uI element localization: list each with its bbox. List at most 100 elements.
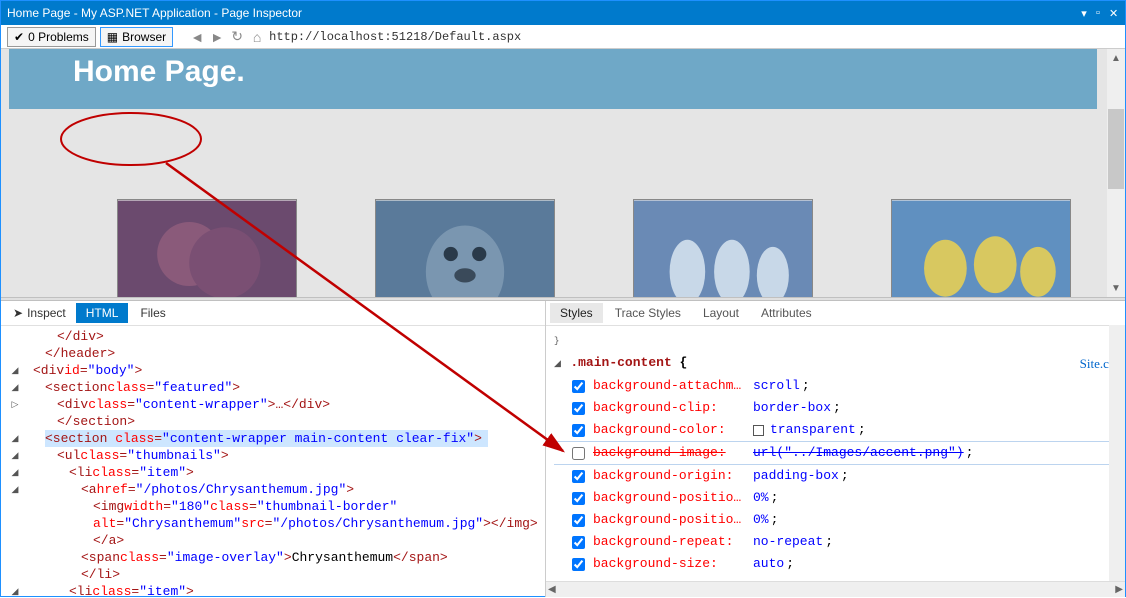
nav-refresh-icon[interactable]: ↻ <box>229 29 245 45</box>
tree-toggle-icon[interactable]: ◢ <box>9 430 21 447</box>
css-toggle-checkbox[interactable] <box>572 492 585 505</box>
css-property-value: url("../Images/accent.png") <box>753 442 964 464</box>
scroll-right-icon[interactable]: ▶ <box>1115 584 1123 595</box>
css-property-name: background-positio… <box>593 487 751 509</box>
browser-label: Browser <box>122 30 166 44</box>
tab-attributes[interactable]: Attributes <box>751 303 822 323</box>
css-semicolon: ; <box>786 553 794 575</box>
problems-button[interactable]: ✔ 0 Problems <box>7 27 96 47</box>
tree-toggle-icon[interactable]: ◢ <box>9 379 21 396</box>
tree-toggle-icon[interactable]: ◢ <box>9 362 21 379</box>
thumbnail-image[interactable] <box>633 199 813 297</box>
tree-toggle-icon[interactable]: ◢ <box>554 359 570 369</box>
css-rules[interactable]: } ◢ .main-content { Site.css background-… <box>546 326 1125 581</box>
css-property-row[interactable]: background-positio…0%; <box>554 509 1119 531</box>
css-property-row[interactable]: background-size:auto; <box>554 553 1119 575</box>
css-toggle-checkbox[interactable] <box>572 514 585 527</box>
tree-toggle-icon[interactable]: ▷ <box>9 396 21 413</box>
inspect-button[interactable]: ➤ Inspect <box>5 304 74 322</box>
window-dropdown-icon[interactable]: ▾ <box>1077 7 1091 20</box>
dom-tree[interactable]: </div> </header> ◢<div id="body"> ◢<sect… <box>1 326 545 597</box>
css-property-value: 0% <box>753 487 769 509</box>
toolbar: ✔ 0 Problems ▦ Browser ◄ ► ↻ ⌂ http://lo… <box>1 25 1125 49</box>
css-property-value: 0% <box>753 509 769 531</box>
address-bar[interactable]: http://localhost:51218/Default.aspx <box>269 30 521 44</box>
code-token: </header> <box>45 345 115 362</box>
browser-icon: ▦ <box>107 30 118 44</box>
css-property-name: background-image: <box>593 442 751 464</box>
css-semicolon: ; <box>771 509 779 531</box>
problems-label: 0 Problems <box>28 30 89 44</box>
tab-html[interactable]: HTML <box>76 303 129 323</box>
css-property-value: border-box <box>753 397 831 419</box>
css-property-row[interactable]: background-positio…0%; <box>554 487 1119 509</box>
tab-files[interactable]: Files <box>130 303 175 323</box>
window-title: Home Page - My ASP.NET Application - Pag… <box>7 6 1077 20</box>
window-close-icon[interactable]: ✕ <box>1105 7 1119 20</box>
css-property-row[interactable]: background-clip:border-box; <box>554 397 1119 419</box>
styles-panel: Styles Trace Styles Layout Attributes } … <box>546 301 1125 597</box>
preview-scrollbar[interactable]: ▲ ▼ <box>1107 49 1125 297</box>
css-property-row[interactable]: background-origin:padding-box; <box>554 465 1119 487</box>
css-property-name: background-positio… <box>593 509 751 531</box>
nav-back-icon[interactable]: ◄ <box>189 29 205 45</box>
browser-mode-button[interactable]: ▦ Browser <box>100 27 173 47</box>
css-semicolon: ; <box>841 465 849 487</box>
css-property-value: padding-box <box>753 465 839 487</box>
tree-toggle-icon[interactable]: ◢ <box>9 481 21 498</box>
css-semicolon: ; <box>833 397 841 419</box>
css-property-row[interactable]: background-attachm…scroll; <box>554 375 1119 397</box>
styles-h-scrollbar[interactable]: ◀▶ <box>546 581 1125 597</box>
styles-scrollbar[interactable] <box>1109 325 1125 581</box>
css-property-value: no-repeat <box>753 531 823 553</box>
tree-toggle-icon[interactable]: ◢ <box>9 464 21 481</box>
page-preview: Home Page. ▲ ▼ <box>1 49 1125 297</box>
css-semicolon: ; <box>858 419 866 441</box>
nav-forward-icon[interactable]: ► <box>209 29 225 45</box>
css-property-name: background-size: <box>593 553 751 575</box>
thumbnail-image[interactable] <box>117 199 297 297</box>
css-property-value: transparent <box>770 419 856 441</box>
check-icon: ✔ <box>14 30 24 44</box>
title-bar: Home Page - My ASP.NET Application - Pag… <box>1 1 1125 25</box>
css-toggle-checkbox[interactable] <box>572 447 585 460</box>
thumbnail-image[interactable] <box>891 199 1071 297</box>
tab-layout[interactable]: Layout <box>693 303 749 323</box>
scroll-thumb[interactable] <box>1108 109 1124 189</box>
css-toggle-checkbox[interactable] <box>572 380 585 393</box>
css-selector: .main-content <box>570 355 671 370</box>
css-toggle-checkbox[interactable] <box>572 402 585 415</box>
css-property-row[interactable]: background-image:url("../Images/accent.p… <box>554 441 1119 465</box>
page-title: Home Page. <box>73 55 245 89</box>
tab-trace-styles[interactable]: Trace Styles <box>605 303 691 323</box>
css-semicolon: ; <box>966 442 974 464</box>
css-property-value: auto <box>753 553 784 575</box>
nav-home-icon[interactable]: ⌂ <box>249 29 265 45</box>
hero-banner: Home Page. <box>9 49 1097 109</box>
css-toggle-checkbox[interactable] <box>572 424 585 437</box>
css-semicolon: ; <box>771 487 779 509</box>
css-property-row[interactable]: background-repeat:no-repeat; <box>554 531 1119 553</box>
scroll-up-icon[interactable]: ▲ <box>1107 49 1125 67</box>
right-tabs: Styles Trace Styles Layout Attributes <box>546 301 1125 326</box>
tree-toggle-icon[interactable]: ◢ <box>9 583 21 597</box>
css-toggle-checkbox[interactable] <box>572 558 585 571</box>
left-tabs: ➤ Inspect HTML Files <box>1 301 545 326</box>
selected-element-row[interactable]: ◢<section class="content-wrapper main-co… <box>9 430 545 447</box>
html-panel: ➤ Inspect HTML Files </div> </header> ◢<… <box>1 301 546 597</box>
code-token: </div> <box>57 328 104 345</box>
css-semicolon: ; <box>802 375 810 397</box>
tab-styles[interactable]: Styles <box>550 303 603 323</box>
color-swatch-icon <box>753 425 764 436</box>
css-semicolon: ; <box>825 531 833 553</box>
css-toggle-checkbox[interactable] <box>572 536 585 549</box>
css-toggle-checkbox[interactable] <box>572 470 585 483</box>
thumbnail-gallery <box>9 199 1097 297</box>
css-property-row[interactable]: background-color:transparent; <box>554 419 1119 441</box>
thumbnail-image[interactable] <box>375 199 555 297</box>
css-property-name: background-repeat: <box>593 531 751 553</box>
scroll-left-icon[interactable]: ◀ <box>548 584 556 595</box>
scroll-down-icon[interactable]: ▼ <box>1107 279 1125 297</box>
tree-toggle-icon[interactable]: ◢ <box>9 447 21 464</box>
window-maximize-icon[interactable]: ▫ <box>1091 7 1105 19</box>
